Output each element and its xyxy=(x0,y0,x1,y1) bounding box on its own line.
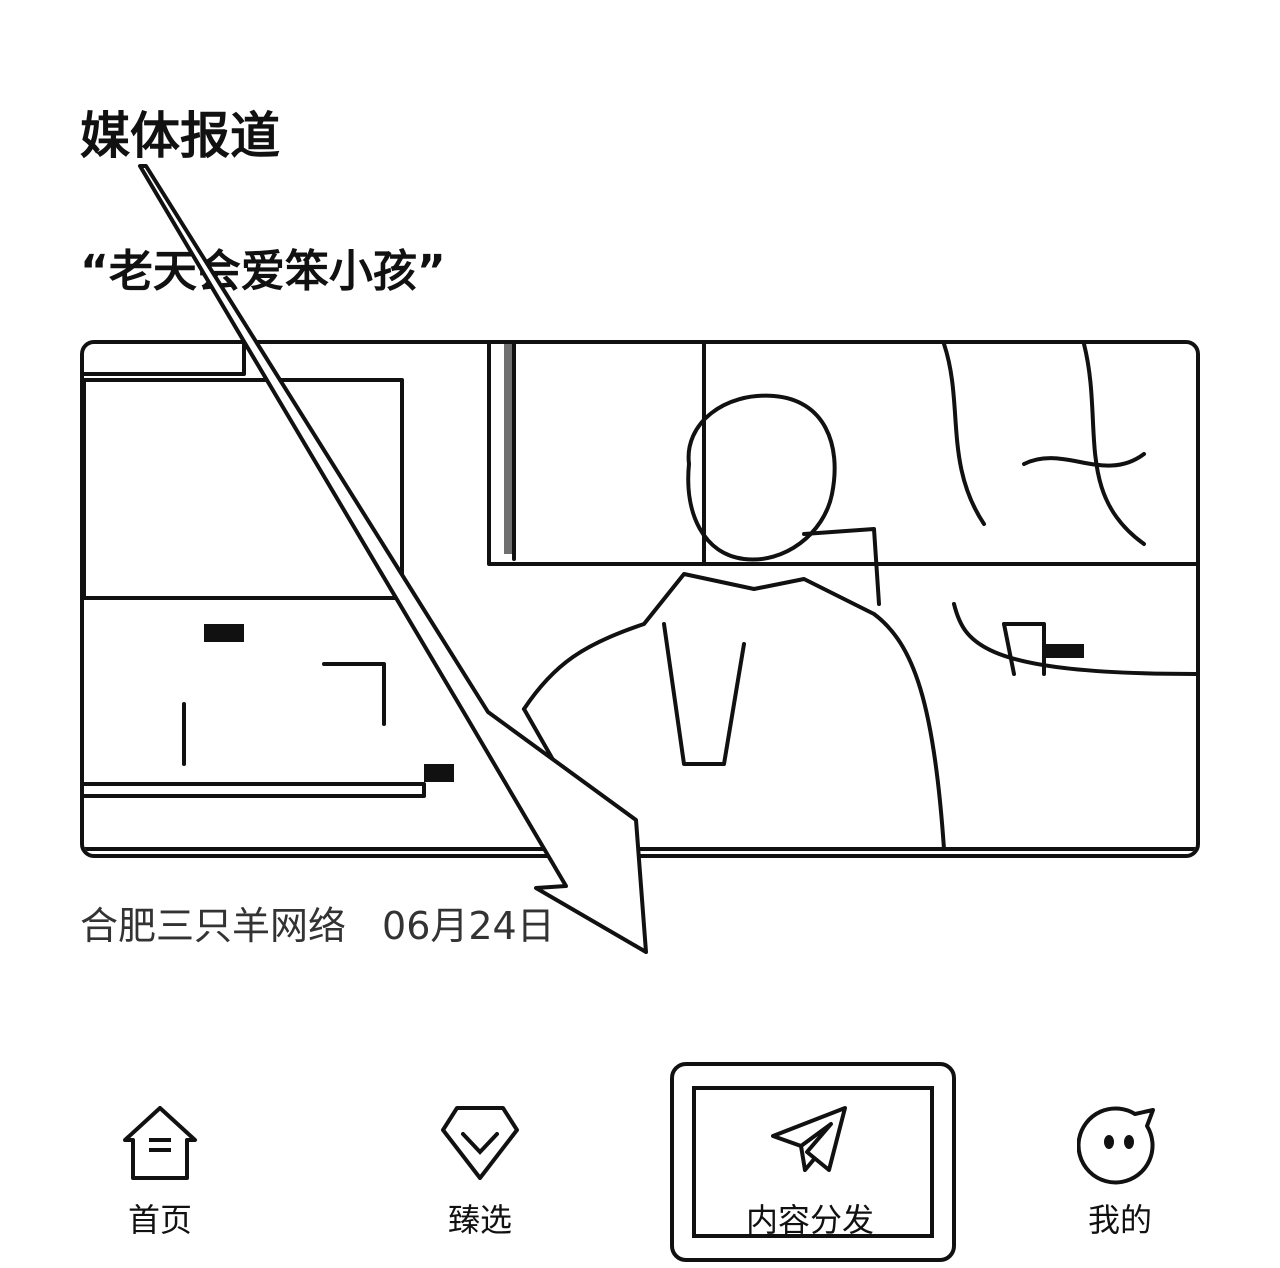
tab-content-distribution-label: 内容分发 xyxy=(745,1201,874,1239)
chat-face-icon xyxy=(1077,1106,1155,1185)
bottom-tab-bar: 首页 臻选 内容分发 我的 xyxy=(0,1060,1280,1268)
article-title[interactable]: “老天会爱笨小孩” xyxy=(80,244,446,300)
thumbnail-window-shape xyxy=(84,378,404,600)
tab-content-distribution[interactable]: 内容分发 xyxy=(670,1060,956,1262)
article-source: 合肥三只羊网络 xyxy=(80,904,347,948)
tab-select-label: 臻选 xyxy=(447,1201,512,1239)
tab-home[interactable]: 首页 xyxy=(20,1060,300,1260)
paper-plane-icon xyxy=(771,1106,847,1172)
tab-select[interactable]: 臻选 xyxy=(340,1060,620,1260)
section-title: 媒体报道 xyxy=(80,107,280,165)
article-meta: 合肥三只羊网络 06月24日 xyxy=(80,902,555,950)
tab-home-label: 首页 xyxy=(127,1201,192,1239)
thumbnail-sketch-image xyxy=(84,344,1196,851)
article-date: 06月24日 xyxy=(382,904,555,948)
article-thumbnail[interactable] xyxy=(80,340,1200,858)
home-icon xyxy=(123,1106,197,1180)
tab-mine[interactable]: 我的 xyxy=(980,1060,1260,1260)
select-icon xyxy=(441,1106,519,1180)
tab-mine-label: 我的 xyxy=(1087,1201,1152,1239)
